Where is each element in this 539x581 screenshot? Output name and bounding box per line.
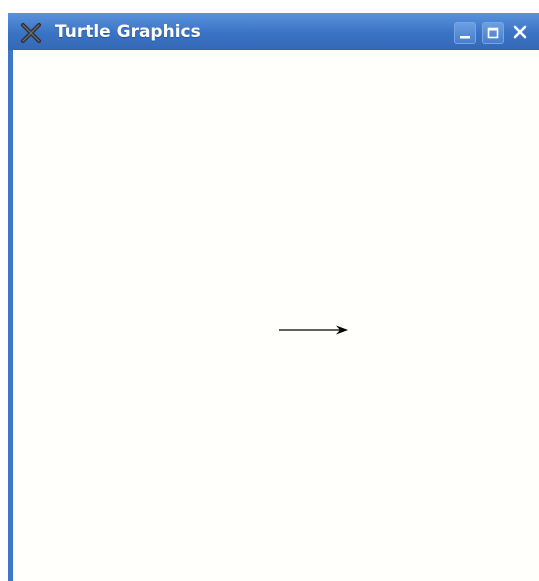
turtle-graphics-window: Turtle Graphics	[8, 13, 539, 581]
x-app-icon[interactable]	[20, 22, 42, 44]
title-bar[interactable]: Turtle Graphics	[8, 13, 539, 50]
drawing-canvas[interactable]	[13, 50, 539, 581]
window-title: Turtle Graphics	[55, 22, 201, 42]
turtle-drawing	[279, 325, 348, 335]
minimize-button[interactable]	[454, 22, 476, 44]
close-button[interactable]	[510, 22, 532, 44]
maximize-button[interactable]	[482, 22, 504, 44]
